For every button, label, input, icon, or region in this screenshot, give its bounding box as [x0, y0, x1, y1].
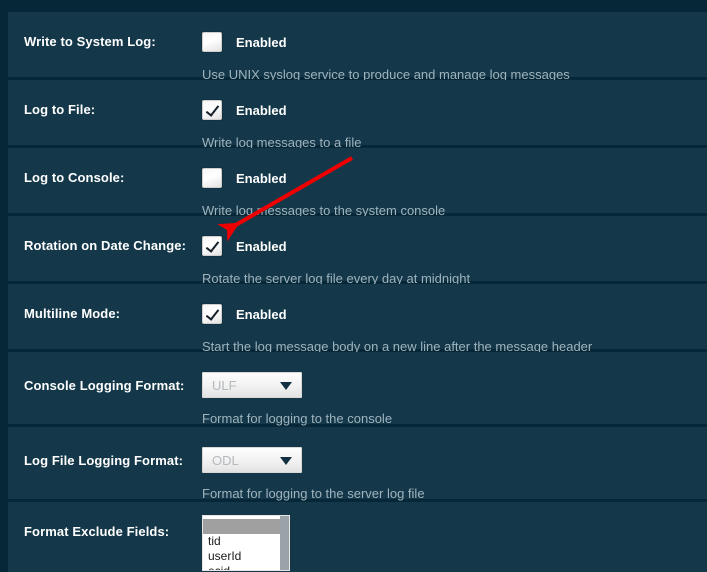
setting-label-rotation-on-date-change: Rotation on Date Change:	[24, 238, 184, 253]
setting-label-log-to-file: Log to File:	[24, 102, 184, 117]
setting-value-cell: ODL Format for logging to the server log…	[194, 427, 707, 502]
dropdown-value-log-file-logging-format: ODL	[212, 454, 239, 467]
checkbox-label-log-to-file: Enabled	[236, 103, 287, 118]
setting-help-log-file-logging-format: Format for logging to the server log fil…	[202, 486, 697, 502]
checkbox-label-rotation-on-date-change: Enabled	[236, 239, 287, 254]
setting-label-cell: Write to System Log:	[8, 12, 194, 49]
chevron-down-icon	[280, 457, 292, 465]
setting-value-cell: tid userId ecid	[194, 502, 707, 571]
setting-label-console-logging-format: Console Logging Format:	[24, 378, 184, 393]
setting-label-cell: Multiline Mode:	[8, 284, 194, 321]
listbox-scrollbar[interactable]	[280, 516, 289, 570]
checkbox-label-log-to-console: Enabled	[236, 171, 287, 186]
setting-help-console-logging-format: Format for logging to the console	[202, 411, 697, 427]
setting-value-cell: Enabled Start the log message body on a …	[194, 284, 707, 355]
setting-value-cell: Enabled Write log messages to a file	[194, 80, 707, 151]
checkbox-label-write-to-system-log: Enabled	[236, 35, 287, 50]
checkbox-log-to-file[interactable]	[202, 100, 222, 120]
setting-row-rotation-on-date-change: Rotation on Date Change: Enabled Rotate …	[8, 216, 707, 284]
setting-label-write-to-system-log: Write to System Log:	[24, 34, 184, 49]
setting-row-log-to-file: Log to File: Enabled Write log messages …	[8, 80, 707, 148]
setting-value-cell: Enabled Use UNIX syslog service to produ…	[194, 12, 707, 83]
setting-label-log-to-console: Log to Console:	[24, 170, 184, 185]
logging-settings-panel: Write to System Log: Enabled Use UNIX sy…	[8, 12, 707, 572]
checkbox-multiline-mode[interactable]	[202, 304, 222, 324]
setting-label-cell: Console Logging Format:	[8, 352, 194, 393]
setting-label-cell: Rotation on Date Change:	[8, 216, 194, 253]
list-item[interactable]	[203, 519, 289, 534]
checkbox-log-to-console[interactable]	[202, 168, 222, 188]
chevron-down-icon	[280, 382, 292, 390]
setting-label-cell: Log to File:	[8, 80, 194, 117]
checkbox-label-multiline-mode: Enabled	[236, 307, 287, 322]
listbox-format-exclude-fields[interactable]: tid userId ecid	[202, 515, 290, 571]
setting-row-format-exclude-fields: Format Exclude Fields: tid userId ecid	[8, 502, 707, 572]
setting-label-cell: Format Exclude Fields:	[8, 502, 194, 539]
setting-value-cell: Enabled Write log messages to the system…	[194, 148, 707, 219]
dropdown-value-console-logging-format: ULF	[212, 379, 237, 392]
setting-label-cell: Log to Console:	[8, 148, 194, 185]
setting-label-multiline-mode: Multiline Mode:	[24, 306, 184, 321]
list-item[interactable]: userId	[203, 549, 289, 564]
setting-label-format-exclude-fields: Format Exclude Fields:	[24, 524, 184, 539]
list-item[interactable]: ecid	[203, 564, 289, 571]
setting-row-write-to-system-log: Write to System Log: Enabled Use UNIX sy…	[8, 12, 707, 80]
setting-row-multiline-mode: Multiline Mode: Enabled Start the log me…	[8, 284, 707, 352]
dropdown-console-logging-format[interactable]: ULF	[202, 372, 302, 398]
setting-label-log-file-logging-format: Log File Logging Format:	[24, 453, 184, 468]
dropdown-log-file-logging-format[interactable]: ODL	[202, 447, 302, 473]
setting-value-cell: ULF Format for logging to the console	[194, 352, 707, 427]
setting-label-cell: Log File Logging Format:	[8, 427, 194, 468]
checkbox-rotation-on-date-change[interactable]	[202, 236, 222, 256]
checkbox-write-to-system-log[interactable]	[202, 32, 222, 52]
setting-value-cell: Enabled Rotate the server log file every…	[194, 216, 707, 287]
setting-row-log-to-console: Log to Console: Enabled Write log messag…	[8, 148, 707, 216]
list-item[interactable]: tid	[203, 534, 289, 549]
setting-row-log-file-logging-format: Log File Logging Format: ODL Format for …	[8, 427, 707, 502]
setting-row-console-logging-format: Console Logging Format: ULF Format for l…	[8, 352, 707, 427]
